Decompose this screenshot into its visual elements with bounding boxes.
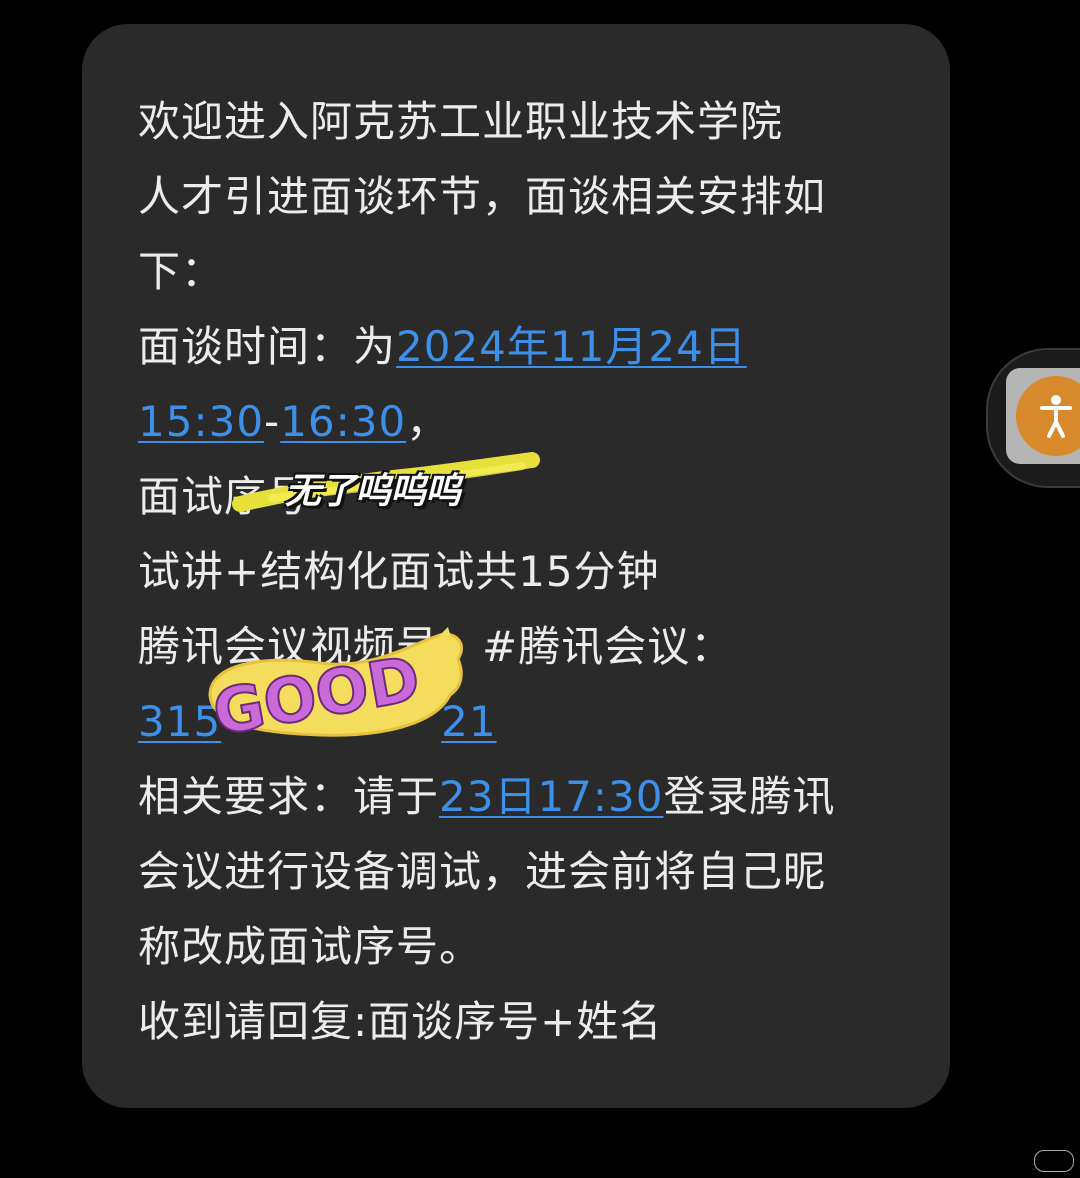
message-line: 15:30-16:30，	[138, 384, 836, 459]
message-line: 下：	[138, 234, 836, 309]
message-line: 收到请回复:面谈序号+姓名	[138, 984, 836, 1059]
message-line: 相关要求：请于23日17:30登录腾讯	[138, 759, 836, 834]
message-line: 人才引进面谈环节，面谈相关安排如	[138, 159, 836, 234]
line-text: 试讲+结构化面试共15分钟	[138, 547, 660, 596]
line-text: 登录腾讯	[663, 772, 836, 821]
message-line: 面试序号	[138, 459, 836, 534]
good-sticker: GOOD	[207, 627, 463, 751]
watermark-badge	[1034, 1150, 1074, 1172]
line-text: ，	[406, 397, 450, 446]
line-text: -	[264, 397, 281, 446]
message-line: 试讲+结构化面试共15分钟	[138, 534, 836, 609]
line-text: 收到请回复:面谈序号+姓名	[138, 997, 663, 1046]
message-line: 面谈时间：为2024年11月24日	[138, 309, 836, 384]
end-time-link[interactable]: 16:30	[280, 397, 406, 446]
message-line: 称改成面试序号。	[138, 909, 836, 984]
message-text: 欢迎进入阿克苏工业职业技术学院 人才引进面谈环节，面谈相关安排如 下： 面谈时间…	[138, 84, 836, 1059]
line-text: 相关要求：请于	[138, 772, 440, 821]
line-text: 人才引进面谈环节，面谈相关安排如	[138, 172, 827, 221]
start-time-link[interactable]: 15:30	[138, 397, 264, 446]
line-text: 面谈时间：为	[138, 322, 397, 371]
message-line: 欢迎进入阿克苏工业职业技术学院	[138, 84, 836, 159]
accessibility-icon	[1040, 395, 1072, 438]
line-text: 欢迎进入阿克苏工业职业技术学院	[138, 97, 784, 146]
sticker-caption: 无了呜呜呜	[285, 471, 461, 512]
line-text: 下：	[138, 247, 225, 296]
line-text: 会议进行设备调试，进会前将自己昵	[138, 847, 827, 896]
date-link[interactable]: 2024年11月24日	[396, 322, 747, 371]
setup-time-link[interactable]: 23日17:30	[439, 772, 663, 821]
line-text: 称改成面试序号。	[138, 922, 483, 971]
message-line: 会议进行设备调试，进会前将自己昵	[138, 834, 836, 909]
